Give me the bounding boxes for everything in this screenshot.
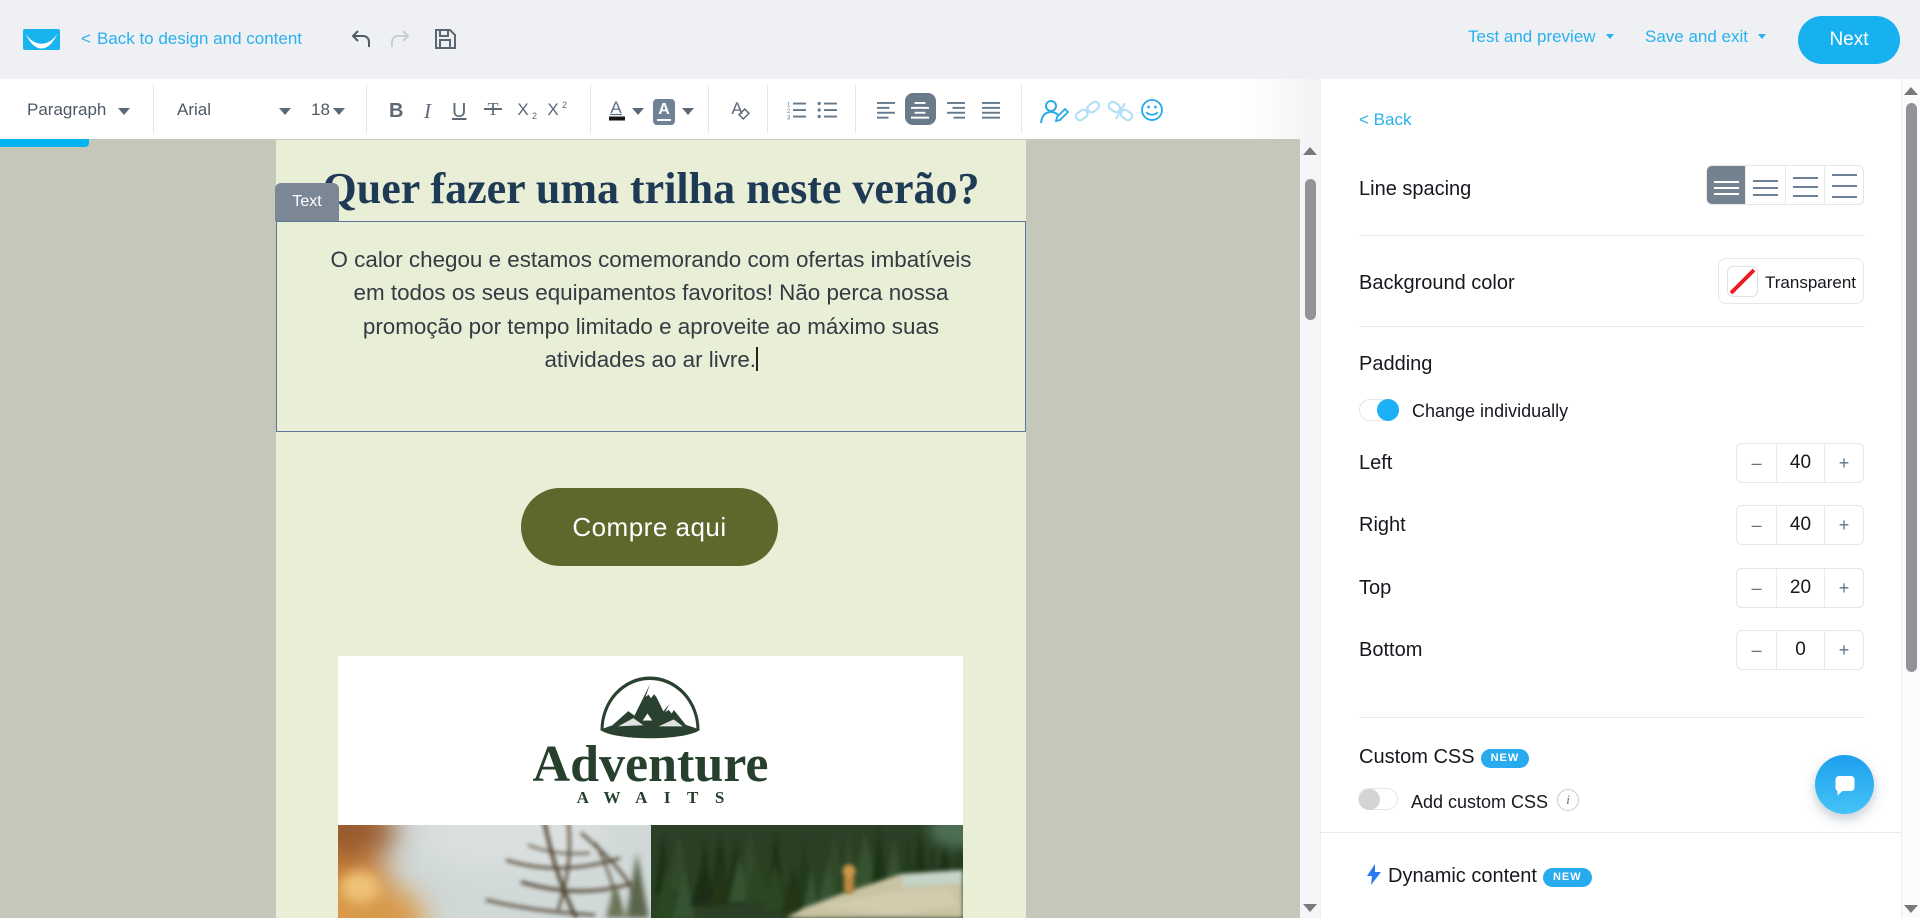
svg-text:2: 2 (562, 100, 567, 110)
svg-text:3: 3 (787, 116, 791, 121)
svg-text:X: X (517, 100, 528, 119)
svg-text:X: X (547, 100, 558, 119)
svg-text:2: 2 (532, 111, 537, 120)
svg-text:A: A (731, 99, 743, 118)
svg-text:1: 1 (787, 103, 791, 109)
svg-text:2: 2 (787, 109, 791, 115)
